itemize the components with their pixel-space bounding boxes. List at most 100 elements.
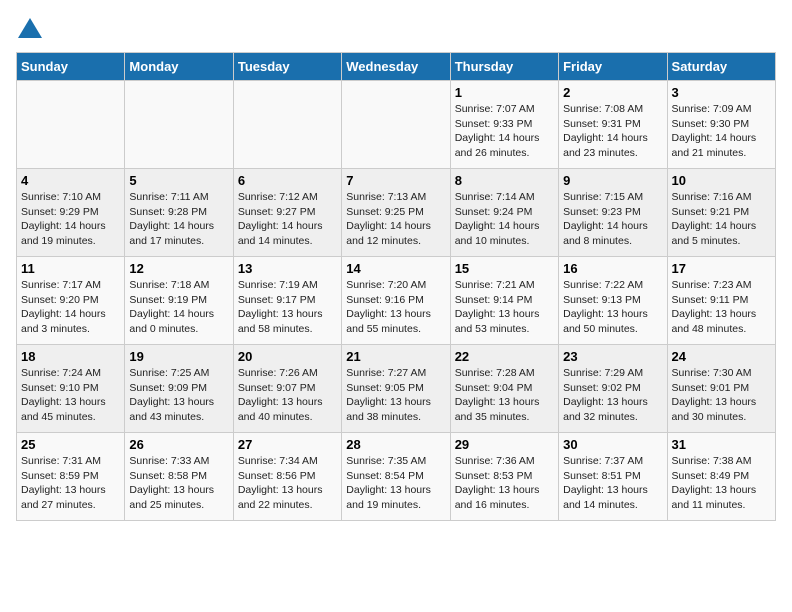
day-info: Sunrise: 7:12 AM Sunset: 9:27 PM Dayligh… — [238, 190, 337, 249]
day-info: Sunrise: 7:16 AM Sunset: 9:21 PM Dayligh… — [672, 190, 771, 249]
day-number: 4 — [21, 173, 120, 188]
day-info: Sunrise: 7:13 AM Sunset: 9:25 PM Dayligh… — [346, 190, 445, 249]
day-header-tuesday: Tuesday — [233, 53, 341, 81]
day-info: Sunrise: 7:24 AM Sunset: 9:10 PM Dayligh… — [21, 366, 120, 425]
calendar-cell: 17Sunrise: 7:23 AM Sunset: 9:11 PM Dayli… — [667, 257, 775, 345]
day-header-friday: Friday — [559, 53, 667, 81]
calendar-cell: 7 Sunrise: 7:13 AM Sunset: 9:25 PM Daylig… — [342, 169, 450, 257]
calendar-cell: 25 Sunrise: 7:31 AM Sunset: 8:59 PM Dayli… — [17, 433, 125, 521]
calendar-cell: 14Sunrise: 7:20 AM Sunset: 9:16 PM Dayli… — [342, 257, 450, 345]
day-header-saturday: Saturday — [667, 53, 775, 81]
calendar-cell: 21 Sunrise: 7:27 AM Sunset: 9:05 PM Dayli… — [342, 345, 450, 433]
calendar-cell: 10 Sunrise: 7:16 AM Sunset: 9:21 PM Dayli… — [667, 169, 775, 257]
calendar-week-row: 4 Sunrise: 7:10 AM Sunset: 9:29 PM Daylig… — [17, 169, 776, 257]
day-number: 18 — [21, 349, 120, 364]
calendar-cell — [17, 81, 125, 169]
calendar-cell — [125, 81, 233, 169]
logo — [16, 16, 48, 44]
calendar-cell: 2 Sunrise: 7:08 AM Sunset: 9:31 PM Daylig… — [559, 81, 667, 169]
day-number: 12 — [129, 261, 228, 276]
calendar-cell: 27Sunrise: 7:34 AM Sunset: 8:56 PM Dayli… — [233, 433, 341, 521]
calendar-cell: 22 Sunrise: 7:28 AM Sunset: 9:04 PM Dayli… — [450, 345, 558, 433]
day-info: Sunrise: 7:14 AM Sunset: 9:24 PM Dayligh… — [455, 190, 554, 249]
day-info: Sunrise: 7:17 AM Sunset: 9:20 PM Dayligh… — [21, 278, 120, 337]
calendar-cell: 24 Sunrise: 7:30 AM Sunset: 9:01 PM Dayli… — [667, 345, 775, 433]
day-info: Sunrise: 7:35 AM Sunset: 8:54 PM Dayligh… — [346, 454, 445, 513]
day-number: 17 — [672, 261, 771, 276]
day-info: Sunrise: 7:37 AM Sunset: 8:51 PM Dayligh… — [563, 454, 662, 513]
day-number: 16 — [563, 261, 662, 276]
day-info: Sunrise: 7:09 AM Sunset: 9:30 PM Dayligh… — [672, 102, 771, 161]
day-header-wednesday: Wednesday — [342, 53, 450, 81]
day-info: Sunrise: 7:27 AM Sunset: 9:05 PM Dayligh… — [346, 366, 445, 425]
day-number: 10 — [672, 173, 771, 188]
day-number: 21 — [346, 349, 445, 364]
calendar-cell: 18 Sunrise: 7:24 AM Sunset: 9:10 PM Dayli… — [17, 345, 125, 433]
calendar-week-row: 25 Sunrise: 7:31 AM Sunset: 8:59 PM Dayli… — [17, 433, 776, 521]
day-info: Sunrise: 7:38 AM Sunset: 8:49 PM Dayligh… — [672, 454, 771, 513]
day-info: Sunrise: 7:15 AM Sunset: 9:23 PM Dayligh… — [563, 190, 662, 249]
calendar-cell: 16 Sunrise: 7:22 AM Sunset: 9:13 PM Dayli… — [559, 257, 667, 345]
calendar-week-row: 11 Sunrise: 7:17 AM Sunset: 9:20 PM Dayli… — [17, 257, 776, 345]
day-number: 20 — [238, 349, 337, 364]
calendar-cell: 1 Sunrise: 7:07 AM Sunset: 9:33 PM Daylig… — [450, 81, 558, 169]
calendar-week-row: 1 Sunrise: 7:07 AM Sunset: 9:33 PM Daylig… — [17, 81, 776, 169]
calendar-cell: 20 Sunrise: 7:26 AM Sunset: 9:07 PM Dayli… — [233, 345, 341, 433]
calendar-cell: 15 Sunrise: 7:21 AM Sunset: 9:14 PM Dayli… — [450, 257, 558, 345]
day-number: 27 — [238, 437, 337, 452]
day-number: 15 — [455, 261, 554, 276]
day-number: 9 — [563, 173, 662, 188]
day-number: 31 — [672, 437, 771, 452]
page-header — [16, 16, 776, 44]
calendar-week-row: 18 Sunrise: 7:24 AM Sunset: 9:10 PM Dayli… — [17, 345, 776, 433]
day-info: Sunrise: 7:21 AM Sunset: 9:14 PM Dayligh… — [455, 278, 554, 337]
day-number: 25 — [21, 437, 120, 452]
calendar-cell: 28 Sunrise: 7:35 AM Sunset: 8:54 PM Dayli… — [342, 433, 450, 521]
calendar-table: SundayMondayTuesdayWednesdayThursdayFrid… — [16, 52, 776, 521]
calendar-cell: 31 Sunrise: 7:38 AM Sunset: 8:49 PM Dayli… — [667, 433, 775, 521]
day-info: Sunrise: 7:22 AM Sunset: 9:13 PM Dayligh… — [563, 278, 662, 337]
day-number: 29 — [455, 437, 554, 452]
calendar-cell: 26Sunrise: 7:33 AM Sunset: 8:58 PM Dayli… — [125, 433, 233, 521]
day-info: Sunrise: 7:29 AM Sunset: 9:02 PM Dayligh… — [563, 366, 662, 425]
calendar-cell — [233, 81, 341, 169]
calendar-cell: 4 Sunrise: 7:10 AM Sunset: 9:29 PM Daylig… — [17, 169, 125, 257]
day-number: 11 — [21, 261, 120, 276]
day-number: 24 — [672, 349, 771, 364]
day-info: Sunrise: 7:07 AM Sunset: 9:33 PM Dayligh… — [455, 102, 554, 161]
day-info: Sunrise: 7:36 AM Sunset: 8:53 PM Dayligh… — [455, 454, 554, 513]
day-header-monday: Monday — [125, 53, 233, 81]
day-number: 2 — [563, 85, 662, 100]
day-number: 19 — [129, 349, 228, 364]
calendar-cell: 9 Sunrise: 7:15 AM Sunset: 9:23 PM Daylig… — [559, 169, 667, 257]
day-info: Sunrise: 7:08 AM Sunset: 9:31 PM Dayligh… — [563, 102, 662, 161]
day-header-sunday: Sunday — [17, 53, 125, 81]
calendar-cell: 30 Sunrise: 7:37 AM Sunset: 8:51 PM Dayli… — [559, 433, 667, 521]
day-info: Sunrise: 7:30 AM Sunset: 9:01 PM Dayligh… — [672, 366, 771, 425]
day-number: 7 — [346, 173, 445, 188]
day-number: 5 — [129, 173, 228, 188]
day-info: Sunrise: 7:31 AM Sunset: 8:59 PM Dayligh… — [21, 454, 120, 513]
day-info: Sunrise: 7:25 AM Sunset: 9:09 PM Dayligh… — [129, 366, 228, 425]
day-info: Sunrise: 7:28 AM Sunset: 9:04 PM Dayligh… — [455, 366, 554, 425]
calendar-cell: 3 Sunrise: 7:09 AM Sunset: 9:30 PM Daylig… — [667, 81, 775, 169]
day-info: Sunrise: 7:11 AM Sunset: 9:28 PM Dayligh… — [129, 190, 228, 249]
day-number: 28 — [346, 437, 445, 452]
day-number: 23 — [563, 349, 662, 364]
day-number: 1 — [455, 85, 554, 100]
day-number: 6 — [238, 173, 337, 188]
day-info: Sunrise: 7:19 AM Sunset: 9:17 PM Dayligh… — [238, 278, 337, 337]
calendar-cell — [342, 81, 450, 169]
day-number: 30 — [563, 437, 662, 452]
day-header-thursday: Thursday — [450, 53, 558, 81]
day-info: Sunrise: 7:18 AM Sunset: 9:19 PM Dayligh… — [129, 278, 228, 337]
day-info: Sunrise: 7:10 AM Sunset: 9:29 PM Dayligh… — [21, 190, 120, 249]
calendar-cell: 23 Sunrise: 7:29 AM Sunset: 9:02 PM Dayli… — [559, 345, 667, 433]
calendar-cell: 11 Sunrise: 7:17 AM Sunset: 9:20 PM Dayli… — [17, 257, 125, 345]
day-number: 3 — [672, 85, 771, 100]
day-info: Sunrise: 7:33 AM Sunset: 8:58 PM Dayligh… — [129, 454, 228, 513]
day-info: Sunrise: 7:20 AM Sunset: 9:16 PM Dayligh… — [346, 278, 445, 337]
calendar-cell: 12 Sunrise: 7:18 AM Sunset: 9:19 PM Dayli… — [125, 257, 233, 345]
day-info: Sunrise: 7:26 AM Sunset: 9:07 PM Dayligh… — [238, 366, 337, 425]
day-number: 22 — [455, 349, 554, 364]
